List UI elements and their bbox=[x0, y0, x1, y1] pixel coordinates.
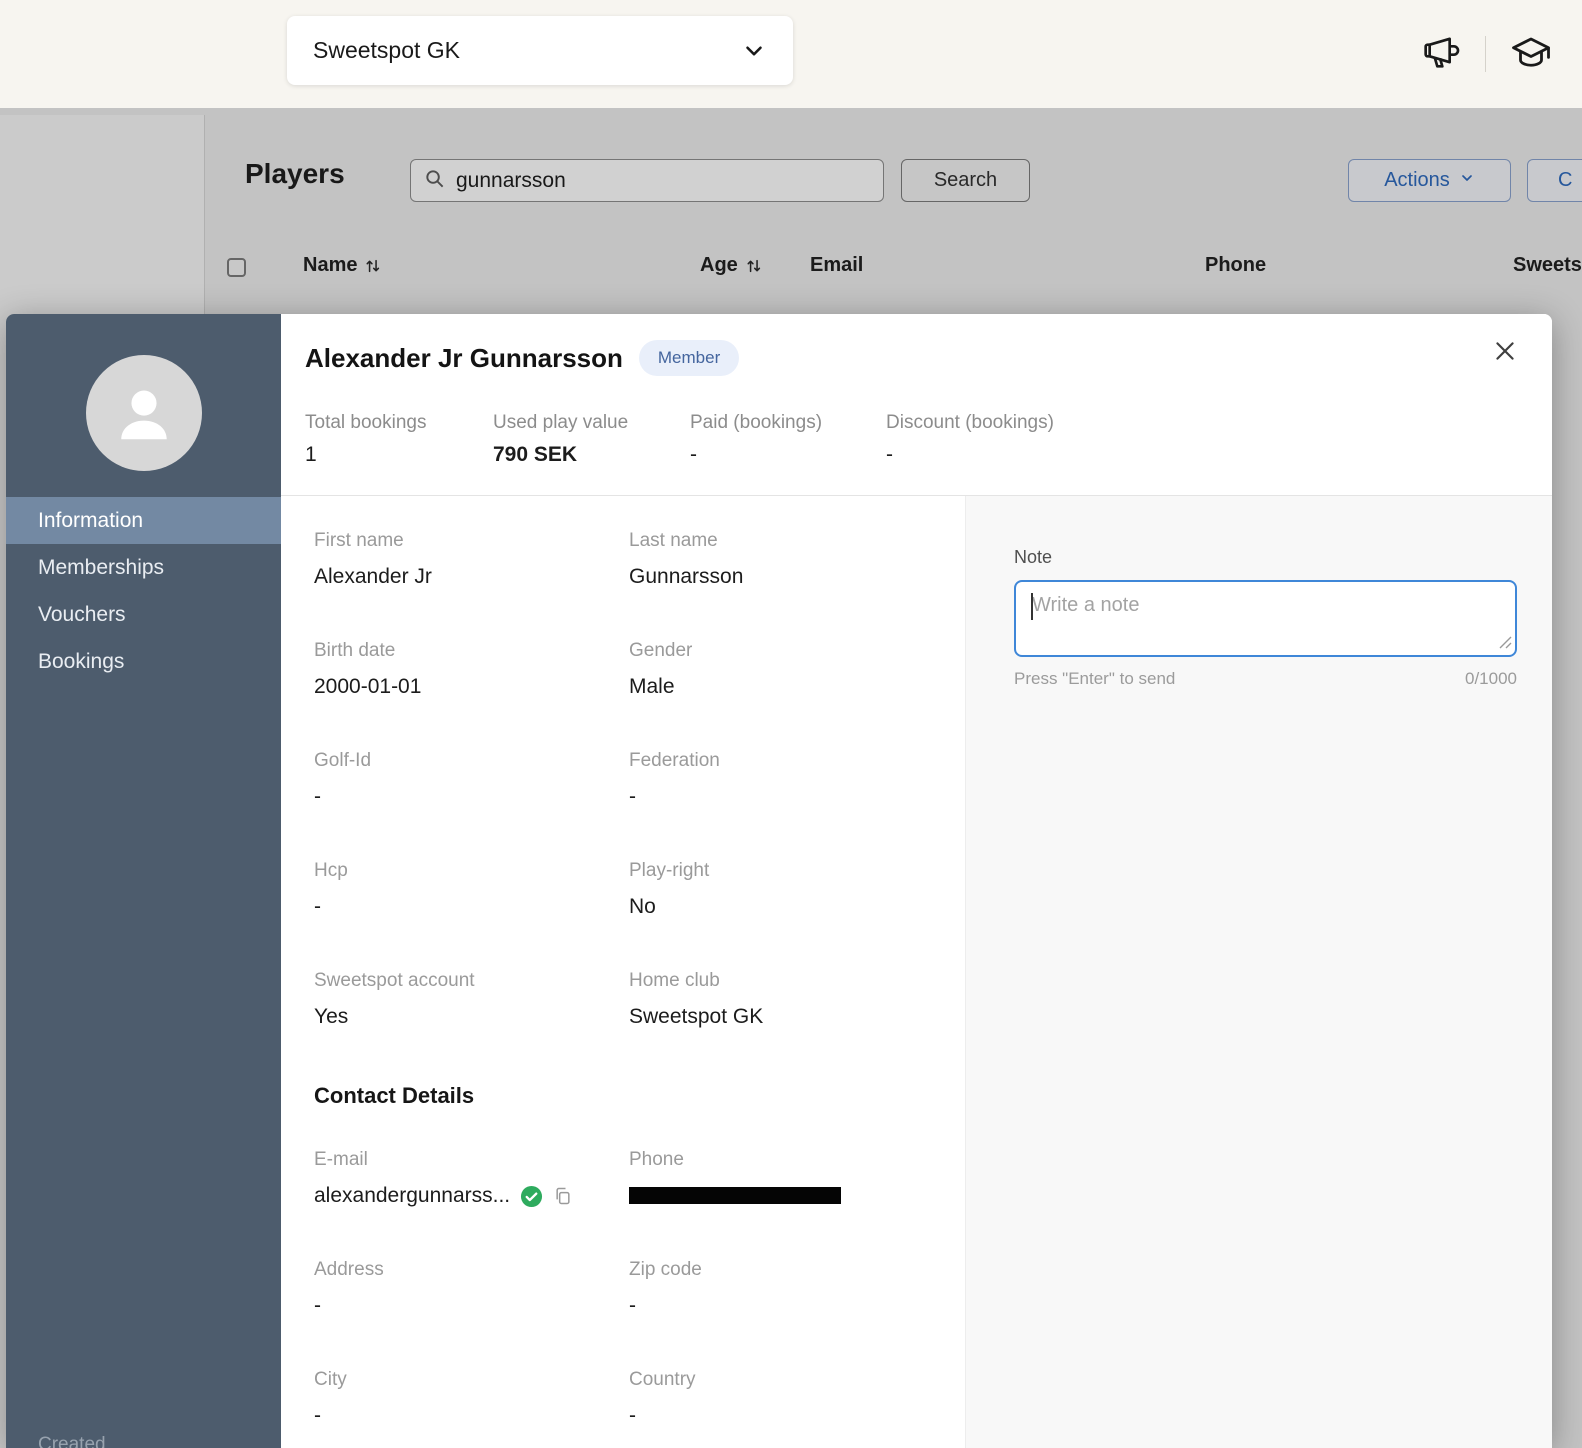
field-last-name: Last name Gunnarsson bbox=[629, 530, 965, 589]
note-input[interactable] bbox=[1014, 580, 1517, 657]
modal-sidebar: Information Memberships Vouchers Booking… bbox=[6, 314, 281, 1448]
copy-icon bbox=[553, 1186, 573, 1206]
chevron-down-icon bbox=[741, 38, 767, 64]
sidebar-footer-created: Created bbox=[38, 1434, 106, 1448]
close-icon bbox=[1492, 352, 1518, 367]
sidebar-item-information[interactable]: Information bbox=[6, 497, 281, 544]
field-country: Country - bbox=[629, 1369, 965, 1428]
field-sweetspot-account: Sweetspot account Yes bbox=[314, 970, 629, 1029]
field-city: City - bbox=[314, 1369, 629, 1428]
field-phone: Phone bbox=[629, 1149, 965, 1208]
club-selector-value: Sweetspot GK bbox=[313, 37, 460, 64]
topbar-icons bbox=[1423, 0, 1554, 108]
field-hcp: Hcp - bbox=[314, 860, 629, 919]
member-badge: Member bbox=[639, 340, 739, 376]
sidebar-item-memberships[interactable]: Memberships bbox=[6, 544, 281, 591]
sidebar-item-bookings[interactable]: Bookings bbox=[6, 638, 281, 685]
player-details-modal: Information Memberships Vouchers Booking… bbox=[6, 314, 1552, 1448]
field-first-name: First name Alexander Jr bbox=[314, 530, 629, 589]
club-selector-dropdown[interactable]: Sweetspot GK bbox=[287, 16, 793, 85]
field-zip-code: Zip code - bbox=[629, 1259, 965, 1318]
stat-discount-bookings: Discount (bookings) - bbox=[886, 412, 1552, 467]
avatar bbox=[86, 355, 202, 471]
field-federation: Federation - bbox=[629, 750, 965, 809]
player-stats: Total bookings 1 Used play value 790 SEK… bbox=[281, 412, 1552, 467]
field-home-club: Home club Sweetspot GK bbox=[629, 970, 965, 1029]
copy-email-button[interactable] bbox=[553, 1186, 573, 1206]
text-caret bbox=[1031, 593, 1033, 620]
field-address: Address - bbox=[314, 1259, 629, 1318]
field-gender: Gender Male bbox=[629, 640, 965, 699]
person-icon bbox=[109, 378, 179, 448]
player-information-fields: First name Alexander Jr Last name Gunnar… bbox=[281, 496, 965, 1448]
note-label: Note bbox=[1014, 547, 1517, 568]
stat-used-play-value: Used play value 790 SEK bbox=[493, 412, 690, 467]
graduation-cap-icon bbox=[1508, 32, 1554, 77]
email-value: alexandergunnarss... bbox=[314, 1184, 510, 1208]
note-hint: Press "Enter" to send bbox=[1014, 669, 1175, 689]
modal-sidebar-menu: Information Memberships Vouchers Booking… bbox=[6, 497, 281, 685]
field-birth-date: Birth date 2000-01-01 bbox=[314, 640, 629, 699]
sidebar-item-vouchers[interactable]: Vouchers bbox=[6, 591, 281, 638]
contact-details-heading: Contact Details bbox=[314, 1083, 965, 1109]
academy-button[interactable] bbox=[1508, 32, 1554, 77]
megaphone-icon bbox=[1423, 33, 1463, 76]
stat-total-bookings: Total bookings 1 bbox=[305, 412, 493, 467]
topbar: Sweetspot GK bbox=[0, 0, 1582, 108]
topbar-divider bbox=[1485, 36, 1486, 72]
field-golf-id: Golf-Id - bbox=[314, 750, 629, 809]
phone-redacted-bar bbox=[629, 1187, 841, 1204]
note-panel: Note Press "Enter" to send 0/1000 bbox=[965, 496, 1552, 1448]
player-name-title: Alexander Jr Gunnarsson bbox=[305, 343, 623, 374]
close-button[interactable] bbox=[1488, 334, 1522, 371]
announcements-button[interactable] bbox=[1423, 33, 1463, 76]
note-counter: 0/1000 bbox=[1465, 669, 1517, 689]
field-play-right: Play-right No bbox=[629, 860, 965, 919]
verified-icon bbox=[520, 1185, 543, 1208]
modal-body: First name Alexander Jr Last name Gunnar… bbox=[281, 496, 1552, 1448]
modal-main: Alexander Jr Gunnarsson Member Total boo… bbox=[281, 314, 1552, 1448]
modal-header: Alexander Jr Gunnarsson Member bbox=[281, 314, 1552, 376]
resize-handle-icon[interactable] bbox=[1499, 636, 1512, 654]
field-email: E-mail alexandergunnarss... bbox=[314, 1149, 629, 1208]
stat-paid-bookings: Paid (bookings) - bbox=[690, 412, 886, 467]
